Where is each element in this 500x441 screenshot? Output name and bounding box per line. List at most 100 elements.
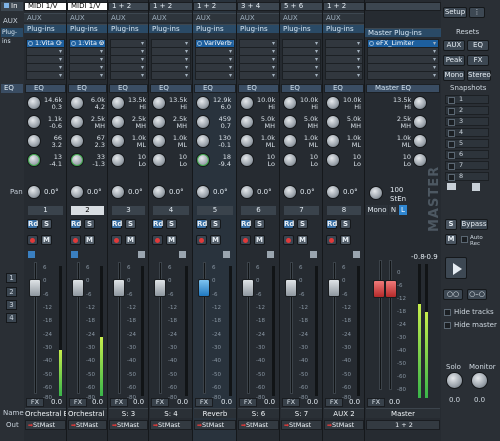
eq-band-knob[interactable] bbox=[70, 115, 84, 129]
master-mute-m-button[interactable]: M bbox=[445, 234, 457, 245]
chevron-down-icon[interactable]: ▾ bbox=[315, 48, 318, 55]
chevron-down-icon[interactable]: ▾ bbox=[357, 64, 360, 71]
in-toggle-icon[interactable] bbox=[4, 3, 9, 8]
eq-band-knob[interactable] bbox=[152, 96, 166, 110]
chevron-down-icon[interactable]: ▾ bbox=[272, 72, 275, 79]
eq-band-knob[interactable] bbox=[196, 96, 210, 110]
master-mono-button[interactable]: Mono bbox=[366, 205, 388, 215]
solo-button[interactable]: S bbox=[125, 219, 136, 229]
solo-button[interactable]: S bbox=[210, 219, 221, 229]
master-name[interactable]: Master bbox=[366, 408, 440, 418]
chevron-down-icon[interactable]: ▾ bbox=[59, 40, 62, 47]
snapshot-slot[interactable]: 4 bbox=[445, 128, 489, 137]
bypass-button[interactable]: Bypass bbox=[460, 219, 488, 230]
plugin-slot[interactable]: ▾ bbox=[26, 71, 65, 80]
eq-band-knob[interactable] bbox=[27, 115, 41, 129]
master-eq-band-knob[interactable] bbox=[413, 134, 427, 148]
eq-band-knob[interactable] bbox=[70, 96, 84, 110]
channel-eq-header[interactable]: EQ bbox=[25, 84, 66, 93]
volume-fader[interactable] bbox=[285, 279, 297, 297]
record-arm-button[interactable] bbox=[27, 235, 38, 245]
speaker-icon[interactable] bbox=[71, 251, 78, 258]
monitor-knob[interactable] bbox=[471, 372, 488, 389]
power-icon[interactable] bbox=[369, 41, 374, 46]
read-button[interactable]: Rd bbox=[196, 219, 207, 229]
chevron-down-icon[interactable]: ▾ bbox=[272, 40, 275, 47]
solo-knob[interactable] bbox=[446, 372, 463, 389]
mute-button[interactable]: M bbox=[297, 235, 308, 245]
speaker-icon[interactable] bbox=[267, 251, 274, 258]
mute-button[interactable]: M bbox=[166, 235, 177, 245]
pan-knob[interactable] bbox=[326, 185, 340, 199]
eq-band-knob[interactable] bbox=[240, 115, 254, 129]
master-eq-band-knob[interactable] bbox=[413, 115, 427, 129]
unlink-button[interactable]: ○–○ bbox=[467, 289, 487, 300]
master-eq-band-knob[interactable] bbox=[413, 96, 427, 110]
pan-knob[interactable] bbox=[111, 185, 125, 199]
chevron-down-icon[interactable]: ▾ bbox=[100, 48, 103, 55]
volume-fader[interactable] bbox=[154, 279, 166, 297]
eq-band-knob[interactable] bbox=[152, 153, 166, 167]
channel-input-selector[interactable]: 1 + 2 bbox=[323, 2, 365, 11]
chevron-down-icon[interactable]: ▾ bbox=[433, 72, 436, 79]
record-arm-button[interactable] bbox=[152, 235, 163, 245]
chevron-down-icon[interactable]: ▾ bbox=[100, 72, 103, 79]
solo-button[interactable]: S bbox=[297, 219, 308, 229]
chevron-down-icon[interactable]: ▾ bbox=[357, 40, 360, 47]
eq-band-knob[interactable] bbox=[240, 153, 254, 167]
power-icon[interactable] bbox=[197, 41, 202, 46]
master-plugin-slot[interactable]: ▾ bbox=[367, 71, 439, 80]
eq-band-knob[interactable] bbox=[283, 115, 297, 129]
plugin-slot[interactable]: ▾ bbox=[151, 71, 191, 80]
eq-band-knob[interactable] bbox=[70, 153, 84, 167]
chevron-down-icon[interactable]: ▾ bbox=[100, 56, 103, 63]
channel-input-selector[interactable]: 3 + 4 bbox=[237, 2, 280, 11]
record-arm-button[interactable] bbox=[111, 235, 122, 245]
chevron-down-icon[interactable]: ▾ bbox=[229, 48, 232, 55]
mute-button[interactable]: M bbox=[125, 235, 136, 245]
mute-button[interactable]: M bbox=[84, 235, 95, 245]
chevron-down-icon[interactable]: ▾ bbox=[272, 48, 275, 55]
speaker-icon[interactable] bbox=[138, 251, 145, 258]
chevron-down-icon[interactable]: ▾ bbox=[59, 56, 62, 63]
chevron-down-icon[interactable]: ▾ bbox=[272, 56, 275, 63]
eq-band-knob[interactable] bbox=[326, 115, 340, 129]
fx-button[interactable]: FX bbox=[69, 398, 87, 407]
chevron-down-icon[interactable]: ▾ bbox=[272, 64, 275, 71]
chevron-down-icon[interactable]: ▾ bbox=[141, 56, 144, 63]
record-arm-button[interactable] bbox=[283, 235, 294, 245]
eq-band-knob[interactable] bbox=[283, 96, 297, 110]
channel-output[interactable]: ➡StMast bbox=[68, 420, 107, 430]
channel-output[interactable]: ➡StMast bbox=[194, 420, 236, 430]
chevron-down-icon[interactable]: ▾ bbox=[315, 64, 318, 71]
eq-band-knob[interactable] bbox=[326, 153, 340, 167]
chevron-down-icon[interactable]: ▾ bbox=[433, 48, 436, 55]
record-arm-button[interactable] bbox=[326, 235, 337, 245]
eq-band-knob[interactable] bbox=[152, 115, 166, 129]
volume-fader[interactable] bbox=[198, 279, 210, 297]
link-button[interactable]: ○○ bbox=[443, 289, 463, 300]
snapshot-slot[interactable]: 5 bbox=[445, 139, 489, 148]
fx-button[interactable]: FX bbox=[325, 398, 343, 407]
fx-button[interactable]: FX bbox=[239, 398, 257, 407]
record-arm-button[interactable] bbox=[240, 235, 251, 245]
channel-name[interactable]: S: 3 bbox=[109, 408, 148, 418]
pan-knob[interactable] bbox=[240, 185, 254, 199]
setup-button[interactable]: Setup bbox=[443, 7, 467, 18]
chevron-down-icon[interactable]: ▾ bbox=[185, 40, 188, 47]
master-fader-right[interactable] bbox=[385, 280, 397, 298]
pan-knob[interactable] bbox=[196, 185, 210, 199]
volume-fader[interactable] bbox=[242, 279, 254, 297]
record-arm-button[interactable] bbox=[70, 235, 81, 245]
eq-band-knob[interactable] bbox=[27, 96, 41, 110]
solo-button[interactable]: S bbox=[340, 219, 351, 229]
channel-eq-header[interactable]: EQ bbox=[194, 84, 236, 93]
eq-band-knob[interactable] bbox=[196, 153, 210, 167]
chevron-down-icon[interactable]: ▾ bbox=[185, 72, 188, 79]
channel-input-selector[interactable]: 1 + 2 bbox=[108, 2, 149, 11]
channel-eq-header[interactable]: EQ bbox=[109, 84, 148, 93]
eq-band-knob[interactable] bbox=[283, 134, 297, 148]
volume-fader[interactable] bbox=[113, 279, 125, 297]
chevron-down-icon[interactable]: ▾ bbox=[59, 48, 62, 55]
reset-peak-button[interactable]: Peak bbox=[443, 55, 465, 66]
